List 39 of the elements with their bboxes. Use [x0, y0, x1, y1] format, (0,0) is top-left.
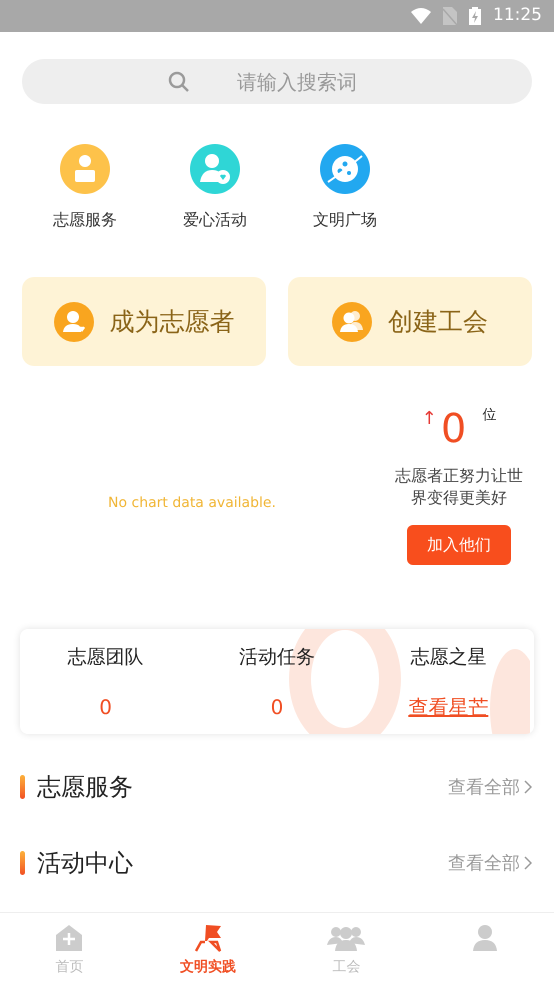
- shortcut-button[interactable]: 爱心活动: [175, 144, 255, 232]
- stars-link[interactable]: 查看星芒: [408, 692, 488, 722]
- empty-chart-message: No chart data available.: [108, 494, 276, 513]
- stat-label: 活动任务: [238, 645, 315, 670]
- chevron-right-icon: [524, 856, 532, 870]
- section-title: 志愿服务: [37, 772, 134, 803]
- clock-time: 11:25: [493, 4, 542, 28]
- home-plus-icon: [54, 923, 84, 953]
- stat-value: 0: [99, 694, 112, 720]
- no-sim-icon: [443, 7, 457, 25]
- section-marker: [20, 851, 25, 875]
- section-title: 活动中心: [37, 848, 134, 879]
- rank-number: 0: [440, 409, 466, 449]
- chevron-right-icon: [524, 780, 532, 794]
- flag-icon: [192, 923, 223, 953]
- tab-item[interactable]: 首页: [0, 913, 138, 986]
- view-all-link[interactable]: 查看全部: [448, 774, 532, 800]
- search-icon: [168, 71, 190, 93]
- stat-value: 0: [270, 694, 284, 720]
- stat-label: 志愿团队: [68, 645, 144, 670]
- people-icon: [332, 302, 372, 342]
- action-card[interactable]: 成为志愿者: [22, 277, 266, 366]
- view-all-link[interactable]: 查看全部: [448, 850, 532, 876]
- section-marker: [20, 775, 25, 799]
- planet-icon: [320, 144, 370, 194]
- wifi-icon: [411, 8, 431, 24]
- slogan-text: 志愿者正努力让世界变得更美好: [394, 465, 524, 509]
- search-field[interactable]: 请输入搜索词: [22, 59, 532, 104]
- join-button[interactable]: 加入他们: [407, 525, 511, 565]
- tab-item[interactable]: 文明实践: [138, 913, 277, 986]
- action-card[interactable]: 创建工会: [288, 277, 532, 366]
- shortcut-button[interactable]: 文明广场: [305, 144, 385, 232]
- person-laptop-icon: [60, 144, 110, 194]
- battery-icon: [469, 7, 481, 25]
- up-arrow: ↑: [422, 407, 437, 431]
- shortcut-button[interactable]: 志愿服务: [45, 144, 125, 232]
- tab-item[interactable]: 工会: [277, 913, 416, 986]
- stat-label: 志愿之星: [410, 645, 486, 670]
- rank-unit: 位: [482, 406, 496, 425]
